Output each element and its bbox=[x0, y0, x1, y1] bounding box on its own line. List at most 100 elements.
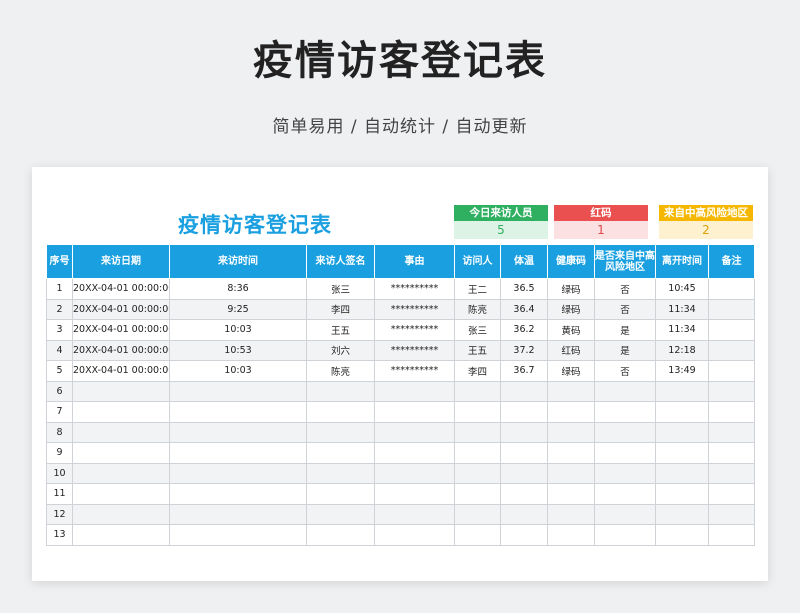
cell-leave-time[interactable] bbox=[655, 380, 709, 402]
header-visitor[interactable]: 来访人签名 bbox=[306, 244, 375, 279]
cell-health-code[interactable]: 红码 bbox=[547, 339, 595, 361]
cell-reason[interactable] bbox=[374, 442, 455, 464]
cell-date[interactable]: 20XX-04-01 00:00:00 bbox=[72, 278, 170, 300]
cell-health-code[interactable] bbox=[547, 401, 595, 423]
cell-health-code[interactable]: 绿码 bbox=[547, 360, 595, 382]
cell-note[interactable] bbox=[708, 503, 755, 525]
header-time[interactable]: 来访时间 bbox=[169, 244, 307, 279]
cell-no[interactable]: 5 bbox=[46, 360, 73, 382]
cell-no[interactable]: 9 bbox=[46, 442, 73, 464]
cell-host[interactable]: 张三 bbox=[454, 319, 501, 341]
cell-time[interactable] bbox=[169, 401, 307, 423]
cell-no[interactable]: 8 bbox=[46, 421, 73, 443]
header-date[interactable]: 来访日期 bbox=[72, 244, 170, 279]
cell-leave-time[interactable] bbox=[655, 442, 709, 464]
cell-note[interactable] bbox=[708, 401, 755, 423]
cell-health-code[interactable] bbox=[547, 524, 595, 546]
cell-host[interactable] bbox=[454, 442, 501, 464]
cell-visitor[interactable] bbox=[306, 524, 375, 546]
cell-date[interactable] bbox=[72, 462, 170, 484]
cell-date[interactable] bbox=[72, 401, 170, 423]
cell-temp[interactable] bbox=[500, 442, 548, 464]
cell-leave-time[interactable]: 11:34 bbox=[655, 298, 709, 320]
cell-note[interactable] bbox=[708, 319, 755, 341]
cell-risk[interactable] bbox=[594, 524, 656, 546]
cell-host[interactable] bbox=[454, 483, 501, 505]
cell-date[interactable]: 20XX-04-01 00:00:00 bbox=[72, 319, 170, 341]
cell-no[interactable]: 3 bbox=[46, 319, 73, 341]
cell-temp[interactable] bbox=[500, 421, 548, 443]
cell-note[interactable] bbox=[708, 278, 755, 300]
cell-note[interactable] bbox=[708, 360, 755, 382]
cell-health-code[interactable] bbox=[547, 380, 595, 402]
cell-time[interactable]: 10:53 bbox=[169, 339, 307, 361]
cell-visitor[interactable] bbox=[306, 401, 375, 423]
cell-host[interactable] bbox=[454, 401, 501, 423]
cell-risk[interactable]: 是 bbox=[594, 319, 656, 341]
cell-reason[interactable]: ********** bbox=[374, 339, 455, 361]
cell-temp[interactable] bbox=[500, 503, 548, 525]
cell-host[interactable] bbox=[454, 380, 501, 402]
cell-leave-time[interactable]: 10:45 bbox=[655, 278, 709, 300]
cell-note[interactable] bbox=[708, 298, 755, 320]
cell-leave-time[interactable] bbox=[655, 483, 709, 505]
header-no[interactable]: 序号 bbox=[46, 244, 73, 279]
cell-date[interactable] bbox=[72, 442, 170, 464]
cell-visitor[interactable]: 李四 bbox=[306, 298, 375, 320]
cell-leave-time[interactable]: 13:49 bbox=[655, 360, 709, 382]
cell-no[interactable]: 2 bbox=[46, 298, 73, 320]
cell-note[interactable] bbox=[708, 524, 755, 546]
cell-visitor[interactable]: 王五 bbox=[306, 319, 375, 341]
cell-visitor[interactable] bbox=[306, 421, 375, 443]
cell-risk[interactable] bbox=[594, 462, 656, 484]
cell-time[interactable] bbox=[169, 462, 307, 484]
cell-temp[interactable] bbox=[500, 462, 548, 484]
cell-temp[interactable]: 36.7 bbox=[500, 360, 548, 382]
cell-time[interactable]: 10:03 bbox=[169, 319, 307, 341]
header-reason[interactable]: 事由 bbox=[374, 244, 455, 279]
header-temp[interactable]: 体温 bbox=[500, 244, 548, 279]
cell-temp[interactable] bbox=[500, 524, 548, 546]
cell-time[interactable] bbox=[169, 503, 307, 525]
cell-risk[interactable] bbox=[594, 442, 656, 464]
cell-reason[interactable] bbox=[374, 483, 455, 505]
header-host[interactable]: 访问人 bbox=[454, 244, 501, 279]
cell-time[interactable] bbox=[169, 442, 307, 464]
cell-risk[interactable]: 否 bbox=[594, 278, 656, 300]
cell-reason[interactable]: ********** bbox=[374, 319, 455, 341]
cell-temp[interactable] bbox=[500, 483, 548, 505]
cell-date[interactable] bbox=[72, 421, 170, 443]
cell-temp[interactable]: 36.2 bbox=[500, 319, 548, 341]
cell-health-code[interactable] bbox=[547, 503, 595, 525]
cell-health-code[interactable]: 绿码 bbox=[547, 298, 595, 320]
cell-host[interactable] bbox=[454, 503, 501, 525]
cell-reason[interactable] bbox=[374, 421, 455, 443]
cell-no[interactable]: 13 bbox=[46, 524, 73, 546]
cell-note[interactable] bbox=[708, 442, 755, 464]
cell-health-code[interactable]: 绿码 bbox=[547, 278, 595, 300]
cell-time[interactable]: 10:03 bbox=[169, 360, 307, 382]
cell-visitor[interactable] bbox=[306, 442, 375, 464]
cell-leave-time[interactable]: 12:18 bbox=[655, 339, 709, 361]
cell-risk[interactable]: 否 bbox=[594, 298, 656, 320]
cell-visitor[interactable]: 刘六 bbox=[306, 339, 375, 361]
cell-host[interactable] bbox=[454, 524, 501, 546]
cell-no[interactable]: 10 bbox=[46, 462, 73, 484]
header-health-code[interactable]: 健康码 bbox=[547, 244, 595, 279]
header-leave-time[interactable]: 离开时间 bbox=[655, 244, 709, 279]
cell-temp[interactable]: 36.4 bbox=[500, 298, 548, 320]
cell-no[interactable]: 4 bbox=[46, 339, 73, 361]
cell-time[interactable]: 8:36 bbox=[169, 278, 307, 300]
cell-no[interactable]: 11 bbox=[46, 483, 73, 505]
cell-note[interactable] bbox=[708, 462, 755, 484]
header-risk-area[interactable]: 是否来自中高风险地区 bbox=[594, 244, 656, 279]
cell-health-code[interactable] bbox=[547, 483, 595, 505]
cell-temp[interactable] bbox=[500, 380, 548, 402]
cell-time[interactable] bbox=[169, 380, 307, 402]
cell-no[interactable]: 1 bbox=[46, 278, 73, 300]
cell-visitor[interactable] bbox=[306, 483, 375, 505]
cell-leave-time[interactable] bbox=[655, 462, 709, 484]
cell-reason[interactable] bbox=[374, 462, 455, 484]
cell-leave-time[interactable] bbox=[655, 524, 709, 546]
cell-temp[interactable]: 37.2 bbox=[500, 339, 548, 361]
